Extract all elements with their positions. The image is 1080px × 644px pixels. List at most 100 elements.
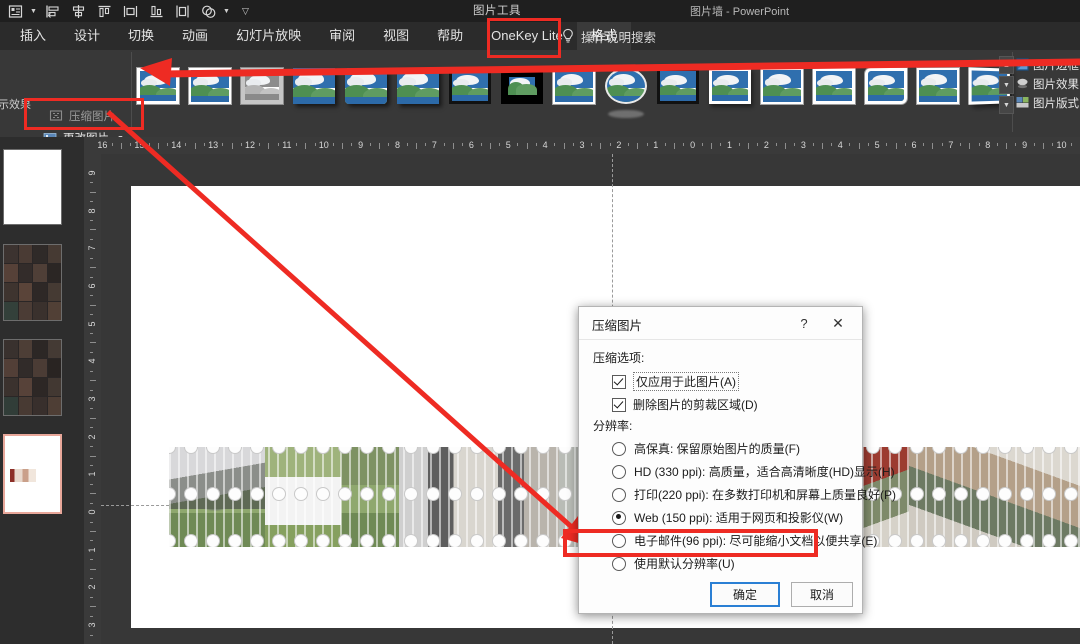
selection-handle[interactable] [383,447,395,453]
selection-handle[interactable] [229,447,241,453]
selection-handle[interactable] [169,488,175,500]
checkbox-delete-cropped-areas[interactable]: 删除图片的剪裁区域(D) [612,396,758,413]
selection-handle[interactable] [1043,488,1055,500]
selection-handle[interactable] [207,447,219,453]
help-question-icon[interactable]: ? [794,313,814,333]
picture-styles-gallery[interactable] [136,56,991,116]
selection-handle[interactable] [169,535,175,547]
selection-handle[interactable] [295,447,307,453]
gallery-item-drop-shadow-rectangle[interactable] [292,63,336,109]
selection-handle[interactable] [339,535,351,547]
selection-handle[interactable] [955,447,967,453]
selection-handle[interactable] [405,447,417,453]
gallery-item-thick-matte-black[interactable] [500,63,544,109]
gallery-item-perspective-shadow-white[interactable] [708,63,752,109]
gallery-item-double-frame-black[interactable] [448,63,492,109]
cancel-button[interactable]: 取消 [791,582,853,607]
selection-handle[interactable] [471,447,483,453]
selection-handle[interactable] [427,447,439,453]
selection-handle[interactable] [273,535,285,547]
selection-handle[interactable] [449,535,461,547]
checkbox-apply-only-this-picture[interactable]: 仅应用于此图片(A) [612,372,739,391]
radio-use-default-resolution[interactable]: 使用默认分辨率(U) [612,555,735,572]
radio-high-fidelity-dot[interactable] [612,442,626,456]
gallery-item-reflected-rounded-rectangle[interactable] [344,63,388,109]
gallery-item-beveled-oval[interactable] [604,63,648,109]
selection-handle[interactable] [1043,447,1055,453]
selection-handle[interactable] [977,535,989,547]
selection-handle[interactable] [977,488,989,500]
tab-view[interactable]: 视图 [369,22,423,50]
vertical-ruler[interactable]: 9876543210123 [84,154,102,644]
selection-handle[interactable] [427,535,439,547]
selection-handle[interactable] [955,488,967,500]
selection-handle[interactable] [1021,488,1033,500]
slide-thumbnail-3[interactable] [3,339,62,416]
gallery-item-simple-frame-black-2[interactable] [552,63,596,109]
radio-hd-330ppi-dot[interactable] [612,465,626,479]
compress-pictures-dialog[interactable]: 压缩图片 ? ✕ 压缩选项: 仅应用于此图片(A) 删除图片的剪裁区域(D) 分… [578,306,863,614]
radio-print-220ppi[interactable]: 打印(220 ppi): 在多数打印机和屏幕上质量良好(P) [612,486,896,503]
tab-animations[interactable]: 动画 [168,22,222,50]
selection-handle[interactable] [207,488,219,500]
selection-handle[interactable] [251,447,263,453]
selection-handle[interactable] [229,535,241,547]
selection-handle[interactable] [559,488,571,500]
selection-handle[interactable] [383,488,395,500]
selection-handle[interactable] [229,488,241,500]
selection-handle[interactable] [999,488,1011,500]
more-styles-icon[interactable]: ▼ [999,96,1014,114]
selection-handle[interactable] [911,488,923,500]
gallery-item-simple-frame-black[interactable] [188,63,232,109]
picture-layout-button[interactable]: 图片版式 [1016,93,1080,112]
slide-thumbnail-4[interactable] [3,434,62,514]
selection-handle[interactable] [317,488,329,500]
radio-high-fidelity[interactable]: 高保真: 保留原始图片的质量(F) [612,440,800,457]
checkbox-delete-cropped-areas-box[interactable] [612,398,626,412]
selection-handle[interactable] [295,535,307,547]
tab-insert[interactable]: 插入 [6,22,60,50]
gallery-item-bevel-rectangle[interactable] [916,63,960,109]
selection-handle[interactable] [933,535,945,547]
tell-me-search[interactable]: 操作说明搜索 [561,22,656,50]
scroll-down-icon[interactable]: ▼ [999,76,1014,94]
selection-handle[interactable] [361,447,373,453]
gallery-item-metal-frame[interactable] [240,63,284,109]
selection-handle[interactable] [169,447,175,453]
selection-handle[interactable] [185,535,197,547]
selection-handle[interactable] [1021,447,1033,453]
selection-handle[interactable] [955,535,967,547]
selection-handle[interactable] [911,535,923,547]
selection-handle[interactable] [515,535,527,547]
selection-handle[interactable] [295,488,307,500]
selection-handle[interactable] [251,488,263,500]
radio-web-150ppi-dot[interactable] [612,511,626,525]
selection-handle[interactable] [185,488,197,500]
tab-design[interactable]: 设计 [60,22,114,50]
radio-use-default-resolution-dot[interactable] [612,557,626,571]
tab-help[interactable]: 帮助 [423,22,477,50]
selection-handle[interactable] [405,535,417,547]
selection-handle[interactable] [515,488,527,500]
selection-handle[interactable] [207,535,219,547]
tab-transitions[interactable]: 切换 [114,22,168,50]
selection-handle[interactable] [361,535,373,547]
gallery-item-rounded-diagonal-corner-white[interactable] [864,63,908,109]
selection-handle[interactable] [493,535,505,547]
selection-handle[interactable] [1065,488,1077,500]
selection-handle[interactable] [867,447,879,453]
slide-thumbnail-pane[interactable] [0,137,84,644]
selection-handle[interactable] [1021,535,1033,547]
selection-handle[interactable] [427,488,439,500]
selection-handle[interactable] [493,488,505,500]
tab-slideshow[interactable]: 幻灯片放映 [222,22,315,50]
selection-handle[interactable] [493,447,505,453]
selection-handle[interactable] [361,488,373,500]
selection-handle[interactable] [317,447,329,453]
selection-handle[interactable] [185,447,197,453]
selection-handle[interactable] [339,447,351,453]
selection-handle[interactable] [999,535,1011,547]
picture-border-button[interactable]: 图片边框 [1016,55,1080,74]
selection-handle[interactable] [933,447,945,453]
radio-print-220ppi-dot[interactable] [612,488,626,502]
